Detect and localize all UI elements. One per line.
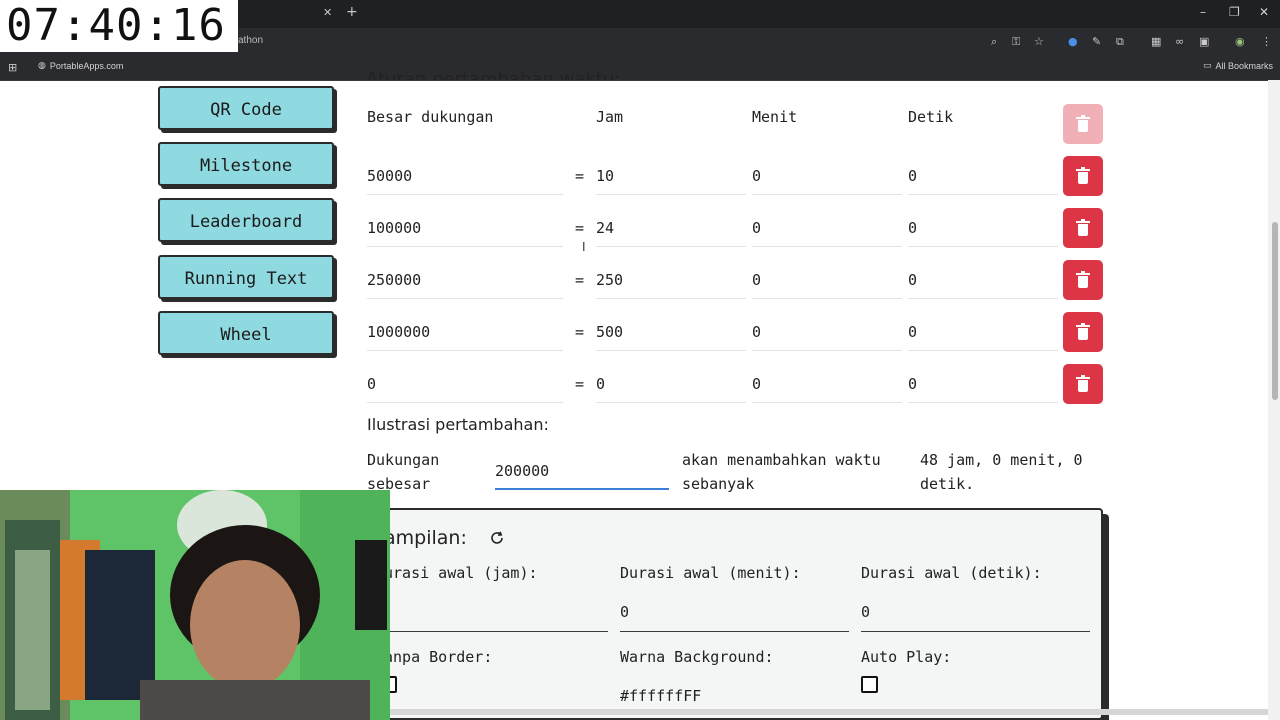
delete-row-button[interactable]: [1063, 208, 1103, 248]
all-bookmarks-label: All Bookmarks: [1215, 61, 1274, 71]
globe-icon: ◍: [38, 61, 46, 71]
extension-icon[interactable]: ●: [1068, 35, 1078, 48]
trash-icon: [1076, 323, 1090, 340]
header-hours: Jam: [596, 108, 624, 126]
initial-seconds-input[interactable]: 0: [861, 603, 870, 621]
seconds-input[interactable]: 0: [908, 219, 917, 237]
autoplay-checkbox[interactable]: [861, 676, 878, 693]
bookmark-portableapps[interactable]: ◍ PortableApps.com: [38, 61, 123, 71]
equals-sign: =: [575, 271, 585, 289]
equals-sign: =: [575, 167, 585, 185]
zoom-icon[interactable]: ⌕: [991, 35, 997, 49]
webcam-overlay: [0, 490, 390, 720]
apps-grid-icon[interactable]: ⊞: [8, 61, 17, 74]
side-panel-icon[interactable]: ▣: [1199, 35, 1209, 48]
illustration-result: 48 jam, 0 menit, 0 detik.: [920, 451, 1083, 493]
folder-icon: ▭: [1203, 61, 1212, 71]
support-input[interactable]: 0: [367, 375, 376, 393]
bookmark-label: PortableApps.com: [49, 61, 124, 71]
sidebar-item-qr-code[interactable]: QR Code: [158, 86, 334, 130]
restore-icon[interactable]: ❐: [1229, 5, 1240, 19]
trash-icon: [1076, 115, 1090, 132]
trash-icon: [1076, 167, 1090, 184]
minutes-input[interactable]: 0: [752, 375, 761, 393]
initial-minutes-input[interactable]: 0: [620, 603, 629, 621]
sidebar-item-running-text[interactable]: Running Text: [158, 255, 334, 299]
sidebar-item-wheel[interactable]: Wheel: [158, 311, 334, 355]
vertical-scrollbar[interactable]: [1268, 80, 1280, 720]
display-settings-panel: [372, 508, 1103, 720]
minutes-input[interactable]: 0: [752, 323, 761, 341]
new-tab-icon[interactable]: +: [346, 4, 358, 20]
display-settings-title: ampilan:: [384, 527, 467, 549]
seconds-input[interactable]: 0: [908, 375, 917, 393]
initial-seconds-label: Durasi awal (detik):: [861, 564, 1042, 582]
background-color-input[interactable]: #ffffffFF: [620, 687, 701, 705]
profile-avatar-icon[interactable]: ◉: [1235, 35, 1245, 48]
header-minutes: Menit: [752, 108, 798, 126]
background-color-label: Warna Background:: [620, 648, 774, 666]
equals-sign: =: [575, 323, 585, 341]
illustration-title: Ilustrasi pertambahan:: [367, 415, 549, 434]
support-input[interactable]: 100000: [367, 219, 421, 237]
text-cursor-icon: I: [582, 240, 586, 254]
hours-input[interactable]: 0: [596, 375, 605, 393]
autoplay-label: Auto Play:: [861, 648, 952, 666]
bookmarks-bar: ◍ PortableApps.com ▭ All Bookmarks: [0, 56, 1280, 81]
seconds-input[interactable]: 0: [908, 167, 917, 185]
tab-close-icon[interactable]: ✕: [323, 6, 332, 19]
hours-input[interactable]: 24: [596, 219, 614, 237]
delete-button-disabled: [1063, 104, 1103, 144]
link-icon[interactable]: ∞: [1175, 35, 1184, 48]
minimize-icon[interactable]: –: [1200, 5, 1206, 19]
support-input[interactable]: 50000: [367, 167, 412, 185]
delete-row-button[interactable]: [1063, 156, 1103, 196]
vertical-scrollbar-thumb[interactable]: [1272, 222, 1278, 400]
puzzle-icon[interactable]: ⧉: [1116, 35, 1124, 49]
password-key-icon[interactable]: ⚿: [1012, 35, 1020, 49]
initial-hours-input[interactable]: [384, 631, 608, 632]
menu-dots-icon[interactable]: ⋮: [1261, 35, 1272, 48]
illustration-adds-label: akan menambahkan waktu sebanyak: [682, 451, 881, 493]
hours-input[interactable]: 10: [596, 167, 614, 185]
webcam-person-image: [0, 490, 390, 720]
trash-icon: [1076, 271, 1090, 288]
delete-row-button[interactable]: [1063, 312, 1103, 352]
rules-section-title: Aturan pertambahan waktu:: [366, 69, 621, 80]
grid-icon[interactable]: ▦: [1151, 35, 1161, 48]
header-support: Besar dukungan: [367, 108, 494, 126]
horizontal-scrollbar[interactable]: [390, 709, 1268, 715]
close-window-icon[interactable]: ✕: [1259, 5, 1269, 19]
clock-overlay: 07:40:16: [0, 0, 238, 52]
url-text[interactable]: athon: [238, 35, 263, 46]
trash-icon: [1076, 375, 1090, 392]
support-input[interactable]: 1000000: [367, 323, 430, 341]
sidebar-item-milestone[interactable]: Milestone: [158, 142, 334, 186]
delete-row-button[interactable]: [1063, 260, 1103, 300]
initial-minutes-label: Durasi awal (menit):: [620, 564, 801, 582]
equals-sign: =: [575, 375, 585, 393]
refresh-icon[interactable]: [489, 530, 505, 546]
delete-row-button[interactable]: [1063, 364, 1103, 404]
initial-hours-label: urasi awal (jam):: [384, 564, 538, 582]
seconds-input[interactable]: 0: [908, 271, 917, 289]
eyedropper-icon[interactable]: ✎: [1092, 35, 1101, 48]
illustration-support-label: Dukungan sebesar: [367, 451, 440, 493]
hours-input[interactable]: 500: [596, 323, 623, 341]
minutes-input[interactable]: 0: [752, 167, 761, 185]
minutes-input[interactable]: 0: [752, 219, 761, 237]
bookmark-star-icon[interactable]: ☆: [1034, 35, 1044, 48]
all-bookmarks[interactable]: ▭ All Bookmarks: [1203, 61, 1273, 71]
trash-icon: [1076, 219, 1090, 236]
support-input[interactable]: 250000: [367, 271, 421, 289]
hours-input[interactable]: 250: [596, 271, 623, 289]
minutes-input[interactable]: 0: [752, 271, 761, 289]
seconds-input[interactable]: 0: [908, 323, 917, 341]
sidebar-item-leaderboard[interactable]: Leaderboard: [158, 198, 334, 242]
no-border-label: anpa Border:: [384, 648, 493, 666]
header-seconds: Detik: [908, 108, 954, 126]
equals-sign: =: [575, 219, 585, 237]
illustration-support-input[interactable]: 200000: [495, 460, 669, 490]
